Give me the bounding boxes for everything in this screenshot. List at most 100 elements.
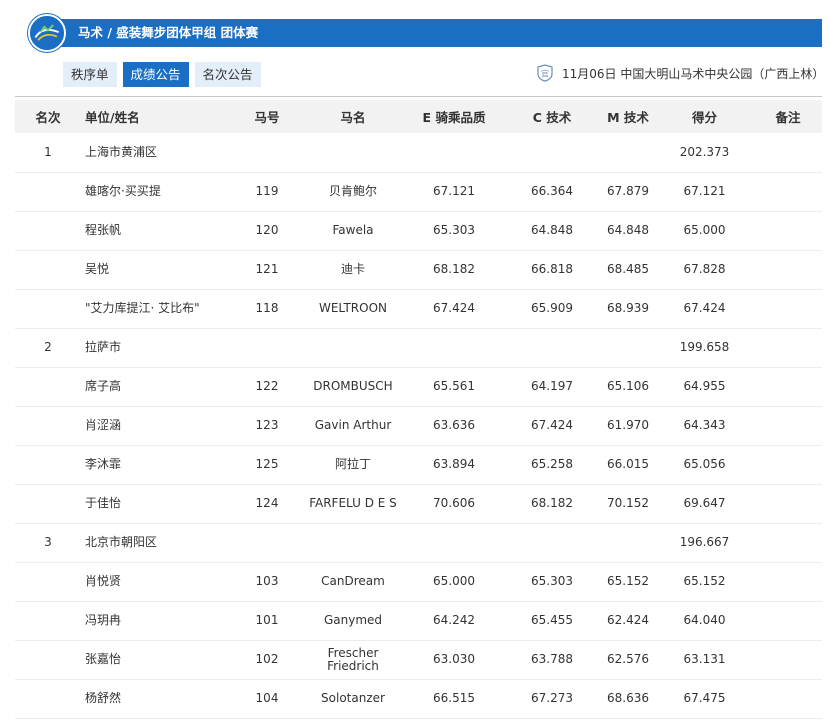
c-score: 65.303 — [503, 562, 601, 602]
c-score: 65.258 — [503, 445, 601, 485]
rider-name: 肖涩涵 — [81, 406, 233, 446]
horse-number: 125 — [233, 445, 301, 485]
rider-row: 肖涩涵 123 Gavin Arthur 63.636 67.424 61.97… — [15, 406, 822, 446]
rider-name: 吴悦 — [81, 250, 233, 290]
team-score: 202.373 — [655, 133, 754, 173]
rider-name: 席子高 — [81, 367, 233, 407]
logo-icon — [28, 14, 66, 52]
team-rank: 3 — [15, 523, 81, 563]
c-score: 67.273 — [503, 679, 601, 719]
rider-score: 67.828 — [655, 250, 754, 290]
team-rank: 1 — [15, 133, 81, 173]
rider-score: 63.131 — [655, 640, 754, 680]
team-score: 196.667 — [655, 523, 754, 563]
rider-name: 肖悦贤 — [81, 562, 233, 602]
e-score: 67.424 — [405, 289, 503, 329]
c-score: 67.424 — [503, 406, 601, 446]
rider-row: 雄喀尔·买买提 119 贝肯鲍尔 67.121 66.364 67.879 67… — [15, 172, 822, 212]
horse-number: 101 — [233, 601, 301, 641]
rider-name: 张嘉怡 — [81, 640, 233, 680]
team-row: 2 拉萨市 199.658 — [15, 328, 822, 368]
rider-row: 冯玥冉 101 Ganymed 64.242 65.455 62.424 64.… — [15, 601, 822, 641]
rider-row: 程张帆 120 Fawela 65.303 64.848 64.848 65.0… — [15, 211, 822, 251]
col-total-score[interactable]: 得分 — [655, 100, 754, 133]
venue-text: 11月06日 中国大明山马术中央公园（广西上林） — [562, 66, 825, 81]
col-remarks[interactable]: 备注 — [754, 100, 822, 133]
rider-name: 李沐霏 — [81, 445, 233, 485]
col-rank[interactable]: 名次 — [15, 100, 81, 133]
horse-name: Frescher Friedrich — [301, 640, 405, 680]
results-table: 名次 单位/姓名 马号 马名 E 骑乘品质 C 技术 M 技术 得分 备注 1 … — [15, 100, 822, 719]
c-score: 66.818 — [503, 250, 601, 290]
tab-results[interactable]: 成绩公告 — [122, 62, 189, 87]
horse-number: 120 — [233, 211, 301, 251]
c-score: 65.909 — [503, 289, 601, 329]
rider-name: 程张帆 — [81, 211, 233, 251]
c-score: 68.182 — [503, 484, 601, 524]
horse-name: DROMBUSCH — [301, 367, 405, 407]
team-name: 北京市朝阳区 — [81, 523, 233, 563]
rider-score: 65.000 — [655, 211, 754, 251]
horse-name: Solotanzer — [301, 679, 405, 719]
c-score: 64.848 — [503, 211, 601, 251]
rider-score: 67.121 — [655, 172, 754, 212]
m-score: 66.015 — [601, 445, 655, 485]
horse-number: 104 — [233, 679, 301, 719]
rider-score: 64.040 — [655, 601, 754, 641]
c-score: 66.364 — [503, 172, 601, 212]
col-e-score[interactable]: E 骑乘品质 — [405, 100, 503, 133]
e-score: 63.030 — [405, 640, 503, 680]
team-row: 3 北京市朝阳区 196.667 — [15, 523, 822, 563]
page-header: 马术 / 盛装舞步团体甲组 团体赛 — [14, 14, 822, 52]
c-score: 65.455 — [503, 601, 601, 641]
horse-name: 贝肯鲍尔 — [301, 172, 405, 212]
team-name: 上海市黄浦区 — [81, 133, 233, 173]
e-score: 64.242 — [405, 601, 503, 641]
col-m-score[interactable]: M 技术 — [601, 100, 655, 133]
tab-order-list[interactable]: 秩序单 — [63, 62, 117, 87]
rider-score: 67.475 — [655, 679, 754, 719]
e-score: 65.303 — [405, 211, 503, 251]
rider-row: 于佳怡 124 FARFELU D E S 70.606 68.182 70.1… — [15, 484, 822, 524]
e-score: 70.606 — [405, 484, 503, 524]
horse-number: 122 — [233, 367, 301, 407]
col-horse-name[interactable]: 马名 — [301, 100, 405, 133]
horse-number: 103 — [233, 562, 301, 602]
rider-row: 杨舒然 104 Solotanzer 66.515 67.273 68.636 … — [15, 679, 822, 719]
m-score: 68.485 — [601, 250, 655, 290]
table-header-row: 名次 单位/姓名 马号 马名 E 骑乘品质 C 技术 M 技术 得分 备注 — [15, 100, 822, 133]
e-score: 63.894 — [405, 445, 503, 485]
team-name: 拉萨市 — [81, 328, 233, 368]
m-score: 61.970 — [601, 406, 655, 446]
m-score: 67.879 — [601, 172, 655, 212]
m-score: 68.636 — [601, 679, 655, 719]
rider-row: 李沐霏 125 阿拉丁 63.894 65.258 66.015 65.056 — [15, 445, 822, 485]
c-score: 64.197 — [503, 367, 601, 407]
col-horse-no[interactable]: 马号 — [233, 100, 301, 133]
horse-name: Ganymed — [301, 601, 405, 641]
rider-score: 64.343 — [655, 406, 754, 446]
page-title: 马术 / 盛装舞步团体甲组 团体赛 — [78, 25, 259, 40]
horse-name: CanDream — [301, 562, 405, 602]
venue-info: 官 11月06日 中国大明山马术中央公园（广西上林） — [536, 64, 824, 82]
horse-number: 102 — [233, 640, 301, 680]
rider-score: 65.152 — [655, 562, 754, 602]
horse-number: 123 — [233, 406, 301, 446]
m-score: 62.424 — [601, 601, 655, 641]
rider-row: 肖悦贤 103 CanDream 65.000 65.303 65.152 65… — [15, 562, 822, 602]
m-score: 62.576 — [601, 640, 655, 680]
horse-number: 121 — [233, 250, 301, 290]
horse-name: 迪卡 — [301, 250, 405, 290]
rider-name: 于佳怡 — [81, 484, 233, 524]
m-score: 65.152 — [601, 562, 655, 602]
c-score: 63.788 — [503, 640, 601, 680]
col-c-score[interactable]: C 技术 — [503, 100, 601, 133]
tab-rankings[interactable]: 名次公告 — [194, 62, 261, 87]
col-team-name[interactable]: 单位/姓名 — [81, 100, 233, 133]
e-score: 66.515 — [405, 679, 503, 719]
header-divider — [15, 96, 822, 97]
horse-name: FARFELU D E S — [301, 484, 405, 524]
m-score: 70.152 — [601, 484, 655, 524]
rider-row: 吴悦 121 迪卡 68.182 66.818 68.485 67.828 — [15, 250, 822, 290]
horse-number: 124 — [233, 484, 301, 524]
